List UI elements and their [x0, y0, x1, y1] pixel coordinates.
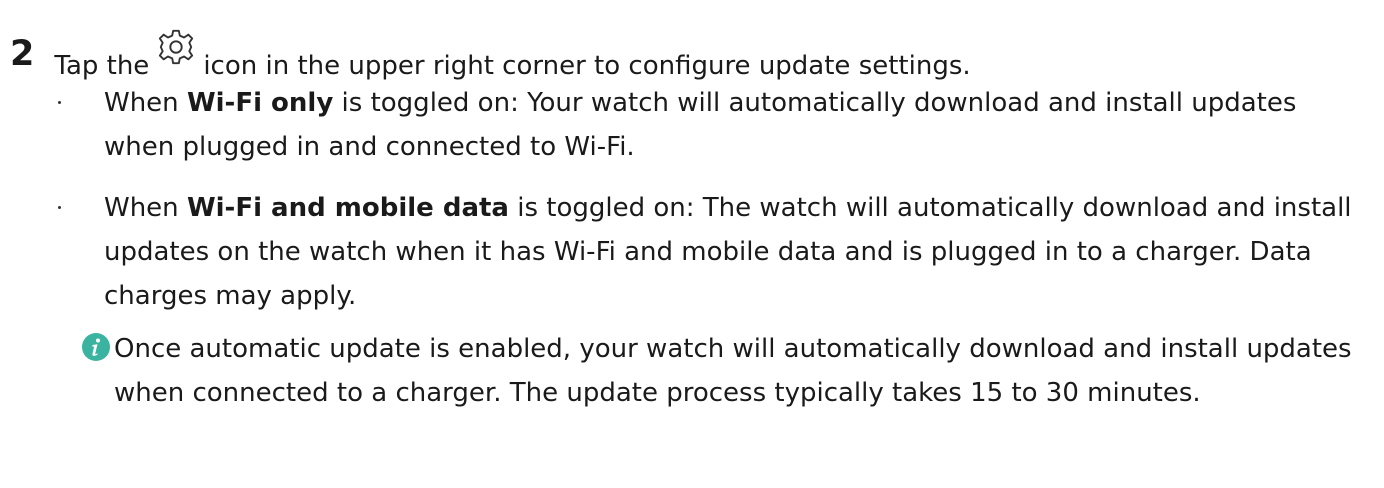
- step-text-after-icon: icon in the upper right corner to config…: [203, 51, 971, 81]
- bullet-dot: [58, 101, 61, 104]
- bullet-bold-label: Wi-Fi and mobile data: [186, 193, 509, 223]
- bullet-text: When Wi-Fi only is toggled on: Your watc…: [104, 88, 1297, 162]
- bullet-dot: [58, 206, 61, 209]
- bullet-text: When Wi-Fi and mobile data is toggled on…: [104, 193, 1352, 311]
- step-number: 2: [10, 34, 35, 74]
- info-icon: [82, 333, 110, 361]
- gear-icon: [159, 29, 194, 65]
- step-text-before-icon: Tap the: [54, 51, 150, 81]
- bullet-bold-label: Wi-Fi only: [186, 88, 334, 118]
- note-text: Once automatic update is enabled, your w…: [114, 334, 1352, 408]
